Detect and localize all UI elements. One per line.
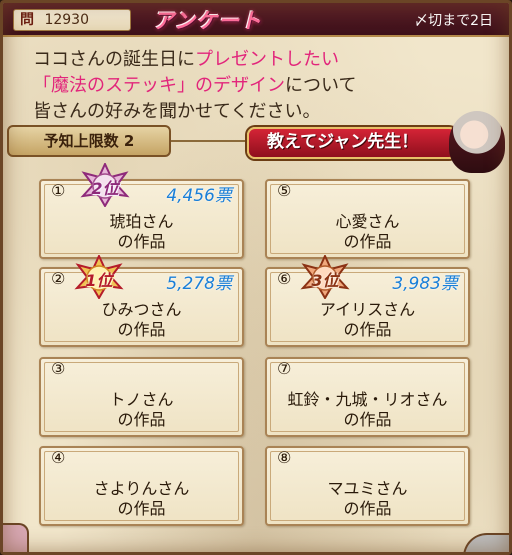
option-number: ① [51, 181, 66, 200]
option-name: 琥珀さん [109, 212, 174, 231]
desc-line2-b: について [285, 75, 357, 96]
option-number: ⑦ [277, 359, 292, 378]
option-card-1[interactable]: ① 4,456票 琥珀さん の作品 [39, 179, 244, 259]
option-work: の作品 [117, 232, 166, 251]
option-name: マユミさん [327, 479, 408, 498]
vote-count: 3,983票 [392, 274, 458, 294]
rank-label: 1位 [85, 271, 113, 290]
rank-label: 2位 [91, 179, 119, 198]
survey-title: アンケート [153, 9, 263, 33]
option-number: ③ [51, 359, 66, 378]
option-work: の作品 [117, 499, 166, 518]
rank-label: 3位 [311, 271, 339, 290]
question-number-box: 問 12930 [13, 9, 131, 31]
option-name: アイリスさん [319, 300, 416, 319]
option-number: ⑥ [277, 269, 292, 288]
option-work: の作品 [343, 232, 392, 251]
option-name: 心愛さん [335, 212, 400, 231]
desc-line1-a: ココさんの誕生日に [33, 49, 195, 70]
survey-panel: 問 12930 アンケート 〆切まで2日 ココさんの誕生日にプレゼントしたい 「… [0, 0, 512, 555]
option-name: ひみつさん [101, 300, 182, 319]
corner-decoration-left [3, 523, 29, 552]
option-card-8[interactable]: ⑧ マユミさん の作品 [265, 446, 470, 526]
option-card-6[interactable]: ⑥ 3,983票 アイリスさん の作品 [265, 267, 470, 347]
teach-me-button[interactable]: 教えてジャン先生！ [247, 127, 457, 159]
option-work: の作品 [117, 410, 166, 429]
survey-description: ココさんの誕生日にプレゼントしたい 「魔法のステッキ」のデザインについて 皆さん… [33, 47, 493, 125]
option-work: の作品 [117, 320, 166, 339]
rank-1-badge: 1位 [73, 255, 125, 299]
rank-3-badge: 3位 [299, 255, 351, 299]
desc-line1-b: プレゼントしたい [195, 49, 339, 70]
vote-count: 4,456票 [166, 186, 232, 206]
question-mark-label: 問 [20, 12, 34, 28]
option-work: の作品 [343, 320, 392, 339]
divider [171, 140, 251, 142]
question-number: 12930 [44, 12, 89, 28]
option-number: ② [51, 269, 66, 288]
option-name: 虹鈴・九城・リオさん [287, 390, 448, 409]
option-card-7[interactable]: ⑦ 虹鈴・九城・リオさん の作品 [265, 357, 470, 437]
desc-line2-a: 「魔法のステッキ」のデザイン [33, 75, 285, 96]
option-name: トノさん [109, 390, 174, 409]
vote-count: 5,278票 [166, 274, 232, 294]
option-number: ④ [51, 448, 66, 467]
option-work: の作品 [343, 410, 392, 429]
prediction-limit-label: 予知上限数 2 [7, 125, 171, 157]
option-name: さよりんさん [93, 479, 190, 498]
header-bar: 問 12930 アンケート 〆切まで2日 [3, 3, 509, 37]
teacher-avatar-icon[interactable] [449, 111, 505, 173]
option-card-3[interactable]: ③ トノさん の作品 [39, 357, 244, 437]
corner-decoration-right[interactable] [463, 533, 509, 552]
option-work: の作品 [343, 499, 392, 518]
option-card-5[interactable]: ⑤ 心愛さん の作品 [265, 179, 470, 259]
deadline-label: 〆切まで2日 [414, 13, 493, 29]
option-number: ⑤ [277, 181, 292, 200]
desc-line3: 皆さんの好みを聞かせてください。 [33, 101, 321, 122]
option-card-2[interactable]: ② 5,278票 ひみつさん の作品 [39, 267, 244, 347]
option-card-4[interactable]: ④ さよりんさん の作品 [39, 446, 244, 526]
option-number: ⑧ [277, 448, 292, 467]
rank-2-badge: 2位 [79, 163, 131, 207]
